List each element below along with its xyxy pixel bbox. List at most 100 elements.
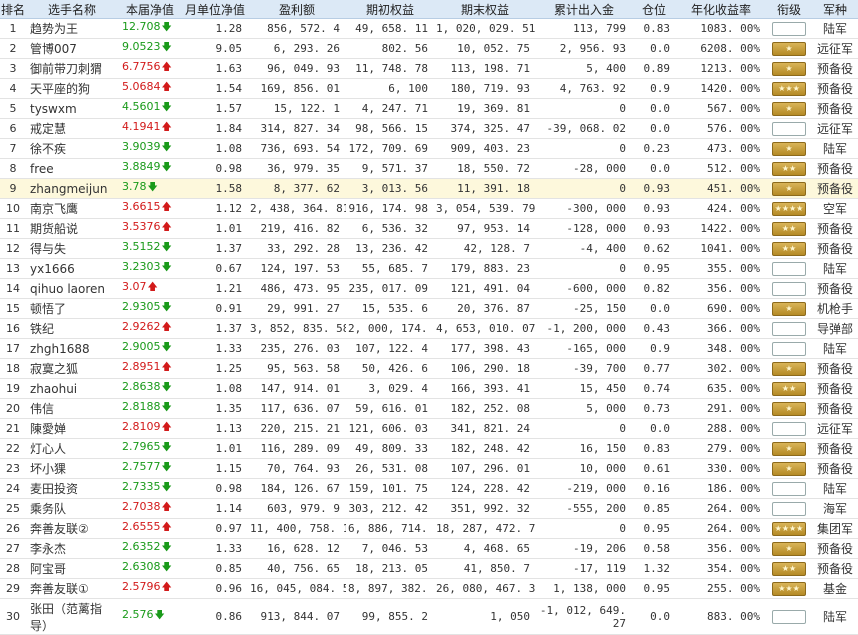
table-row[interactable]: 29 奔善友联① 2.5796🡅 0.96 16, 045, 084. 59 8, 897… — [0, 578, 858, 599]
nav-cell: 3.2303🡇 — [118, 258, 182, 279]
col-monthly[interactable]: 月单位净值 — [182, 0, 248, 19]
table-row[interactable]: 6 戒定慧 4.1941🡅 1.84 314, 827. 34 98, 566. 15 37… — [0, 118, 858, 139]
nav-value: 2.7335 — [122, 480, 161, 493]
table-row[interactable]: 23 坏小猓 2.7577🡇 1.15 70, 764. 93 26, 531. 08 10… — [0, 458, 858, 479]
col-name[interactable]: 选手名称 — [26, 0, 118, 19]
rank-badge-cell: ★ — [766, 138, 812, 159]
trader-name-link[interactable]: 管博007 — [26, 38, 118, 59]
trader-name-link[interactable]: 伟信 — [26, 398, 118, 419]
table-row[interactable]: 24 麦田投资 2.7335🡇 0.98 184, 126. 67 159, 101. 7… — [0, 478, 858, 499]
table-row[interactable]: 20 伟信 2.8188🡇 1.35 117, 636. 07 59, 616. 01 18… — [0, 398, 858, 419]
trader-name-link[interactable]: qihuo laoren — [26, 278, 118, 299]
table-row[interactable]: 15 顿悟了 2.9305🡇 0.91 29, 991. 27 15, 535. 6 20,… — [0, 298, 858, 319]
nav-value: 2.9305 — [122, 300, 161, 313]
col-nav[interactable]: 本届净值 — [118, 0, 182, 19]
nav-cell: 2.6352🡇 — [118, 538, 182, 559]
trader-name-link[interactable]: 顿悟了 — [26, 298, 118, 319]
trader-name-link[interactable]: 南京飞鹰 — [26, 198, 118, 219]
table-row[interactable]: 19 zhaohui 2.8638🡇 1.08 147, 914. 01 3, 029. … — [0, 378, 858, 399]
col-position[interactable]: 仓位 — [632, 0, 676, 19]
nav-value: 2.8951 — [122, 360, 161, 373]
trader-name-link[interactable]: 期货船说 — [26, 218, 118, 239]
table-row[interactable]: 8 free 3.8849🡇 0.98 36, 979. 35 9, 571. 37 18,… — [0, 158, 858, 179]
table-row[interactable]: 18 寂寞之狐 2.8951🡅 1.25 95, 563. 58 50, 426. 6 10… — [0, 358, 858, 379]
col-annual[interactable]: 年化收益率 — [676, 0, 766, 19]
table-row[interactable]: 11 期货船说 3.5376🡅 1.01 219, 416. 82 6, 536. 32 9… — [0, 218, 858, 239]
profit-cell: 124, 197. 53 — [248, 258, 346, 279]
table-row[interactable]: 16 铁纪 2.9262🡅 1.37 3, 852, 835. 58 2, 000, 17… — [0, 318, 858, 339]
position-cell: 0.0 — [632, 38, 676, 59]
rank-badge-cell: ★ — [766, 538, 812, 559]
trader-name-link[interactable]: 乘务队 — [26, 498, 118, 519]
trader-name-link[interactable]: 徐不疾 — [26, 138, 118, 159]
nav-cell: 12.708🡇 — [118, 18, 182, 39]
start-equity-cell: 4, 247. 71 — [346, 98, 434, 119]
trader-name-link[interactable]: 奔善友联② — [26, 518, 118, 539]
table-row[interactable]: 21 陳愛婵 2.8109🡅 1.13 220, 215. 21 121, 606. 03… — [0, 418, 858, 439]
monthly-nav-cell: 9.05 — [182, 38, 248, 59]
table-row[interactable]: 14 qihuo laoren 3.07🡅 1.21 486, 473. 95 235, … — [0, 278, 858, 299]
col-profit[interactable]: 盈利额 — [248, 0, 346, 19]
table-row[interactable]: 12 得与失 3.5152🡇 1.37 33, 292. 28 13, 236. 42 42… — [0, 238, 858, 259]
trader-name-link[interactable]: 天平座的狗 — [26, 78, 118, 99]
table-row[interactable]: 25 乘务队 2.7038🡅 1.14 603, 979. 9 303, 212. 42 3… — [0, 498, 858, 519]
trader-name-link[interactable]: 奔善友联① — [26, 578, 118, 599]
table-row[interactable]: 4 天平座的狗 5.0684🡅 1.54 169, 856. 01 6, 100 180, … — [0, 78, 858, 99]
col-branch[interactable]: 军种 — [812, 0, 858, 19]
profit-cell: 8, 377. 62 — [248, 178, 346, 199]
trader-name-link[interactable]: zhgh1688 — [26, 338, 118, 359]
start-equity-cell: 26, 531. 08 — [346, 458, 434, 479]
rank-cell: 14 — [0, 278, 26, 299]
table-row[interactable]: 13 yx1666 3.2303🡇 0.67 124, 197. 53 55, 685. … — [0, 258, 858, 279]
table-row[interactable]: 1 趋势为王 12.708🡇 1.28 856, 572. 4 49, 658. 11 1,… — [0, 18, 858, 39]
trader-name-link[interactable]: 铁纪 — [26, 318, 118, 339]
table-row[interactable]: 22 灯心人 2.7965🡇 1.01 116, 289. 09 49, 809. 33 1… — [0, 438, 858, 459]
col-cash-flow[interactable]: 累计出入金 — [536, 0, 632, 19]
end-equity-cell: 166, 393. 41 — [434, 378, 536, 399]
trader-name-link[interactable]: 张田（范蓠指导） — [26, 598, 118, 635]
trader-name-link[interactable]: zhangmeijun — [26, 178, 118, 199]
col-rank-badge[interactable]: 衔级 — [766, 0, 812, 19]
one-star-badge-icon: ★ — [772, 101, 806, 116]
table-row[interactable]: 3 御前带刀刺猬 6.7756🡅 1.63 96, 049. 93 11, 748. 78… — [0, 58, 858, 79]
trader-name-link[interactable]: yx1666 — [26, 258, 118, 279]
table-row[interactable]: 9 zhangmeijun 3.78🡇 1.58 8, 377. 62 3, 013. 5… — [0, 178, 858, 199]
table-row[interactable]: 26 奔善友联② 2.6555🡅 0.97 11, 400, 758. 17 6, 886… — [0, 518, 858, 539]
table-row[interactable]: 27 李永杰 2.6352🡇 1.33 16, 628. 12 7, 046. 53 4, … — [0, 538, 858, 559]
trader-name-link[interactable]: 戒定慧 — [26, 118, 118, 139]
trader-name-link[interactable]: tyswxm — [26, 98, 118, 119]
annual-return-cell: 255. 00% — [676, 578, 766, 599]
trader-name-link[interactable]: 趋势为王 — [26, 18, 118, 39]
annual-return-cell: 348. 00% — [676, 338, 766, 359]
trader-name-link[interactable]: 御前带刀刺猬 — [26, 58, 118, 79]
monthly-nav-cell: 1.15 — [182, 458, 248, 479]
table-row[interactable]: 2 管博007 9.0523🡇 9.05 6, 293. 26 802. 56 10, 05… — [0, 38, 858, 59]
table-row[interactable]: 5 tyswxm 4.5601🡇 1.57 15, 122. 1 4, 247. 71 19… — [0, 98, 858, 119]
col-rank[interactable]: 排名 — [0, 0, 26, 19]
rank-badge-cell: ★★ — [766, 378, 812, 399]
trader-name-link[interactable]: 坏小猓 — [26, 458, 118, 479]
col-start-equity[interactable]: 期初权益 — [346, 0, 434, 19]
col-end-equity[interactable]: 期末权益 — [434, 0, 536, 19]
arrow-up-icon: 🡅 — [161, 502, 172, 513]
start-equity-cell: 121, 606. 03 — [346, 418, 434, 439]
trader-name-link[interactable]: 麦田投资 — [26, 478, 118, 499]
table-row[interactable]: 30 张田（范蓠指导） 2.576🡇 0.86 913, 844. 07 99, 855.… — [0, 598, 858, 635]
trader-name-link[interactable]: 灯心人 — [26, 438, 118, 459]
nav-cell: 3.5152🡇 — [118, 238, 182, 259]
trader-name-link[interactable]: zhaohui — [26, 378, 118, 399]
table-row[interactable]: 28 阿宝哥 2.6308🡇 0.85 40, 756. 65 18, 213. 05 41… — [0, 558, 858, 579]
trader-name-link[interactable]: free — [26, 158, 118, 179]
trader-name-link[interactable]: 得与失 — [26, 238, 118, 259]
start-equity-cell: 303, 212. 42 — [346, 498, 434, 519]
monthly-nav-cell: 1.54 — [182, 78, 248, 99]
table-row[interactable]: 17 zhgh1688 2.9005🡇 1.33 235, 276. 03 107, 12… — [0, 338, 858, 359]
profit-cell: 40, 756. 65 — [248, 558, 346, 579]
trader-name-link[interactable]: 李永杰 — [26, 538, 118, 559]
trader-name-link[interactable]: 陳愛婵 — [26, 418, 118, 439]
table-row[interactable]: 7 徐不疾 3.9039🡇 1.08 736, 693. 54 172, 709. 69 9… — [0, 138, 858, 159]
trader-name-link[interactable]: 阿宝哥 — [26, 558, 118, 579]
table-row[interactable]: 10 南京飞鹰 3.6615🡅 1.12 2, 438, 364. 81 916, 174… — [0, 198, 858, 219]
trader-name-link[interactable]: 寂寞之狐 — [26, 358, 118, 379]
start-equity-cell: 172, 709. 69 — [346, 138, 434, 159]
